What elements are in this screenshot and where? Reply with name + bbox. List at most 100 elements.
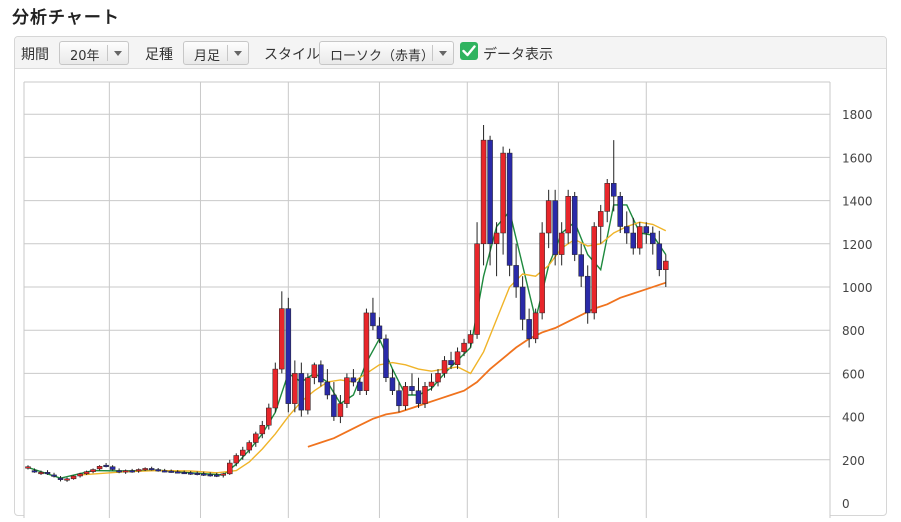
candle-body: [461, 342, 467, 353]
y-tick-label: 1000: [842, 281, 873, 295]
candle-body: [311, 364, 318, 378]
candlestick-chart: 0 200 400 600 800 1000 1200 1400 1600 1800: [23, 81, 873, 518]
candle-body: [266, 407, 272, 426]
candle-body: [637, 226, 643, 249]
candle-body: [454, 351, 461, 366]
candle-body: [519, 286, 526, 320]
candle-body: [630, 232, 637, 249]
candle-body: [168, 470, 174, 473]
candle-body: [493, 232, 500, 245]
candle-body: [545, 200, 552, 234]
candle-body: [96, 466, 103, 470]
y-tick-label: 400: [842, 411, 865, 425]
y-tick-label: 600: [842, 367, 865, 381]
candle-body: [435, 373, 441, 383]
candle-body: [467, 334, 474, 344]
candle-body: [506, 152, 513, 266]
candle-body: [441, 360, 448, 374]
candle-body: [253, 433, 259, 443]
candle-body: [90, 469, 96, 472]
candle-body: [383, 338, 389, 378]
candle-body: [161, 470, 168, 473]
candle-body: [396, 390, 402, 407]
candle-body: [389, 377, 396, 391]
candle-body: [500, 152, 506, 234]
candle-body: [200, 473, 207, 476]
candle-body: [643, 226, 650, 234]
candle-body: [448, 360, 454, 366]
candle-body: [526, 319, 532, 340]
candle-body: [650, 232, 656, 245]
candle-body: [663, 260, 669, 270]
candle-body: [350, 377, 357, 383]
candle-body: [428, 381, 435, 387]
candle-body: [370, 312, 376, 327]
candle-body: [337, 403, 344, 417]
candle-body: [44, 472, 51, 475]
candle-body: [233, 455, 240, 464]
candle-body: [610, 183, 617, 197]
candle-body: [272, 368, 279, 409]
candle-body: [357, 381, 363, 391]
candle-body: [246, 442, 253, 451]
y-tick-label: 1400: [842, 195, 873, 209]
candle-body: [142, 468, 148, 471]
candle-body: [57, 477, 64, 480]
candle-body: [207, 474, 213, 477]
candle-body: [298, 373, 305, 411]
candle-body: [513, 265, 519, 288]
candle-body: [148, 468, 155, 471]
candle-body: [331, 394, 337, 417]
candle-body: [571, 196, 578, 255]
candle-body: [604, 183, 610, 212]
candle-body: [38, 472, 44, 475]
candle-body: [259, 424, 266, 435]
candle-body: [597, 211, 604, 227]
candle-body: [409, 386, 415, 391]
candle-body: [376, 325, 383, 340]
candle-body: [318, 364, 324, 383]
candle-body: [83, 471, 90, 475]
candle-body: [64, 478, 70, 481]
plot-area: [24, 82, 830, 518]
candle-body: [292, 373, 298, 404]
candle-body: [624, 226, 630, 234]
y-tick-label: 800: [842, 324, 865, 338]
y-tick-label: 1200: [842, 238, 873, 252]
candle-body: [220, 473, 226, 476]
candle-body: [480, 139, 487, 245]
candle-body: [422, 386, 428, 404]
candle-body: [487, 139, 493, 245]
candle-body: [584, 275, 591, 314]
candle-body: [51, 474, 57, 477]
candle-body: [109, 466, 116, 470]
candle-body: [285, 308, 292, 404]
candle-body: [415, 390, 422, 404]
y-tick-label: 200: [842, 454, 865, 468]
candle-body: [116, 470, 122, 473]
candle-body: [31, 470, 38, 473]
candle-body: [578, 254, 584, 277]
candle-body: [181, 472, 187, 475]
candle-body: [532, 312, 539, 340]
candle-body: [194, 472, 200, 475]
candle-body: [70, 475, 77, 480]
candle-body: [656, 243, 663, 270]
candle-body: [227, 462, 233, 475]
candle-body: [402, 386, 409, 407]
candle-body: [25, 466, 31, 469]
candle-body: [129, 470, 135, 473]
candle-body: [213, 474, 220, 477]
candle-body: [539, 232, 545, 314]
y-tick-label: 1800: [842, 108, 873, 122]
candle-body: [279, 308, 285, 370]
candle-body: [591, 226, 597, 314]
candle-body: [617, 196, 623, 227]
candle-body: [305, 377, 311, 411]
candle-body: [552, 200, 558, 255]
candle-body: [363, 312, 370, 391]
candle-body: [187, 472, 194, 475]
candle-body: [240, 449, 246, 456]
candle-body: [135, 469, 142, 472]
candle-body: [565, 196, 571, 234]
